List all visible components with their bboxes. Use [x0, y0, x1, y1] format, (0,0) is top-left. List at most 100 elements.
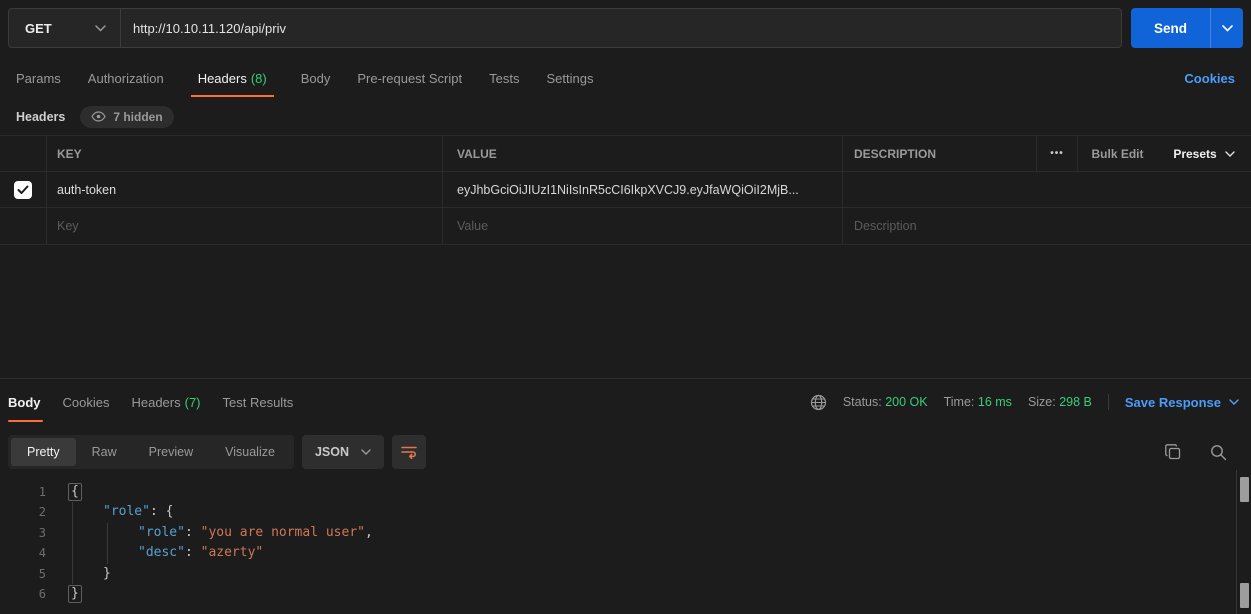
url-bar: GET http://10.10.11.120/api/priv Send	[8, 8, 1243, 48]
tab-authorization[interactable]: Authorization	[88, 60, 164, 97]
tab-body[interactable]: Body	[301, 60, 331, 97]
code-line: 4 "desc": "azerty"	[0, 543, 1236, 563]
view-mode-switcher: Pretty Raw Preview Visualize	[8, 435, 294, 469]
new-header-row: Key Value Description	[0, 208, 1251, 245]
time-value: 16 ms	[978, 395, 1012, 409]
line-number: 2	[0, 502, 46, 522]
code-line: 2 "role": {	[0, 502, 1236, 522]
line-number: 3	[0, 523, 46, 543]
row-checkbox-cell	[0, 208, 47, 244]
fold-brace[interactable]: {	[68, 483, 82, 501]
send-options-button[interactable]	[1210, 8, 1243, 48]
chevron-down-icon	[361, 449, 371, 455]
header-row-auth-token: auth-token eyJhbGciOiJIUzI1NiIsInR5cCI6I…	[0, 172, 1251, 208]
globe-icon[interactable]	[810, 394, 827, 411]
postman-request-view: GET http://10.10.11.120/api/priv Send Pa…	[0, 0, 1251, 614]
row-checkbox-cell	[0, 172, 47, 207]
hidden-headers-label: 7 hidden	[113, 110, 162, 124]
eye-icon	[91, 111, 106, 122]
response-tabs: Body Cookies Headers (7) Test Results St…	[0, 379, 1251, 425]
status-indicator: Status: 200 OK	[843, 395, 928, 409]
url-input[interactable]: http://10.10.11.120/api/priv	[121, 9, 1121, 47]
value-cell[interactable]: eyJhbGciOiJIUzI1NiIsInR5cCI6IkpXVCJ9.eyJ…	[443, 172, 843, 207]
response-tab-test-results[interactable]: Test Results	[223, 379, 294, 425]
code-line: 1 {	[0, 482, 1236, 502]
scrollbar-thumb[interactable]	[1240, 583, 1249, 608]
response-panel: Body Cookies Headers (7) Test Results St…	[0, 378, 1251, 614]
time-indicator: Time: 16 ms	[944, 395, 1012, 409]
request-tabs: Params Authorization Headers (8) Body Pr…	[0, 60, 1251, 97]
code-line: 3 "role": "you are normal user",	[0, 523, 1236, 543]
more-options-icon: •••	[1050, 148, 1064, 159]
response-headers-count-badge: (7)	[185, 395, 201, 410]
hidden-headers-toggle[interactable]: 7 hidden	[80, 106, 173, 128]
tab-pre-request-script[interactable]: Pre-request Script	[357, 60, 462, 97]
key-cell[interactable]: auth-token	[47, 172, 443, 207]
response-tab-headers[interactable]: Headers (7)	[131, 379, 200, 425]
value-input[interactable]: Value	[443, 208, 843, 244]
view-visualize-button[interactable]: Visualize	[209, 438, 291, 466]
cookies-link[interactable]: Cookies	[1184, 71, 1235, 86]
bulk-edit-button[interactable]: Bulk Edit	[1078, 136, 1157, 171]
format-dropdown[interactable]: JSON	[302, 435, 384, 469]
send-label[interactable]: Send	[1131, 8, 1210, 48]
url-group: GET http://10.10.11.120/api/priv	[8, 8, 1122, 48]
method-dropdown[interactable]: GET	[9, 9, 121, 47]
format-label: JSON	[315, 445, 349, 459]
headers-count-badge: (8)	[251, 71, 267, 86]
indent-guide	[72, 502, 73, 584]
description-input[interactable]: Description	[843, 208, 1037, 244]
response-tab-cookies[interactable]: Cookies	[63, 379, 110, 425]
chevron-down-icon	[1222, 25, 1233, 32]
line-number: 5	[0, 564, 46, 584]
indent-guide	[107, 523, 108, 564]
table-header-row: KEY VALUE DESCRIPTION ••• Bulk Edit Pres…	[0, 135, 1251, 172]
code-line: 5 }	[0, 564, 1236, 584]
scrollbar-track[interactable]	[1236, 470, 1251, 614]
size-value: 298 B	[1059, 395, 1092, 409]
status-value: 200 OK	[885, 395, 927, 409]
tab-settings[interactable]: Settings	[546, 60, 593, 97]
description-cell[interactable]	[843, 172, 1037, 207]
view-pretty-button[interactable]: Pretty	[11, 438, 76, 466]
line-number: 1	[0, 482, 46, 502]
code-line: 6 }	[0, 584, 1236, 604]
save-response-button[interactable]: Save Response	[1125, 395, 1239, 410]
column-key: KEY	[47, 136, 443, 171]
fold-brace[interactable]: }	[68, 585, 82, 603]
response-body-json: 1 { 2 "role": { 3 "role": "you are norma…	[0, 479, 1236, 614]
line-number: 4	[0, 543, 46, 563]
copy-icon[interactable]	[1165, 444, 1182, 461]
view-preview-button[interactable]: Preview	[133, 438, 209, 466]
select-all-column	[0, 136, 47, 171]
search-icon[interactable]	[1210, 444, 1227, 461]
tab-headers[interactable]: Headers (8)	[191, 60, 274, 97]
url-text: http://10.10.11.120/api/priv	[133, 21, 286, 36]
wrap-text-button[interactable]	[392, 435, 426, 469]
tab-params[interactable]: Params	[16, 60, 61, 97]
response-toolbar: Pretty Raw Preview Visualize JSON	[8, 435, 1235, 469]
size-indicator: Size: 298 B	[1028, 395, 1092, 409]
response-tab-body[interactable]: Body	[8, 379, 41, 425]
headers-table: KEY VALUE DESCRIPTION ••• Bulk Edit Pres…	[0, 135, 1251, 245]
scrollbar-thumb[interactable]	[1240, 477, 1249, 502]
tab-tests[interactable]: Tests	[489, 60, 519, 97]
headers-title: Headers	[16, 110, 65, 124]
send-button[interactable]: Send	[1131, 8, 1243, 48]
chevron-down-icon	[95, 25, 106, 32]
column-value: VALUE	[443, 136, 843, 171]
more-options-button[interactable]: •••	[1037, 136, 1078, 171]
column-description: DESCRIPTION	[843, 136, 1037, 171]
key-input[interactable]: Key	[47, 208, 443, 244]
method-label: GET	[25, 21, 52, 36]
view-raw-button[interactable]: Raw	[76, 438, 133, 466]
headers-subheader: Headers 7 hidden	[0, 100, 1251, 133]
divider	[1108, 394, 1109, 410]
response-meta: Status: 200 OK Time: 16 ms Size: 298 B S…	[810, 394, 1239, 411]
response-tools	[1165, 444, 1235, 461]
chevron-down-icon	[1229, 399, 1239, 405]
presets-dropdown[interactable]: Presets	[1157, 136, 1251, 171]
row-checkbox[interactable]	[14, 181, 32, 199]
wrap-text-icon	[401, 445, 417, 459]
presets-label: Presets	[1173, 147, 1216, 161]
